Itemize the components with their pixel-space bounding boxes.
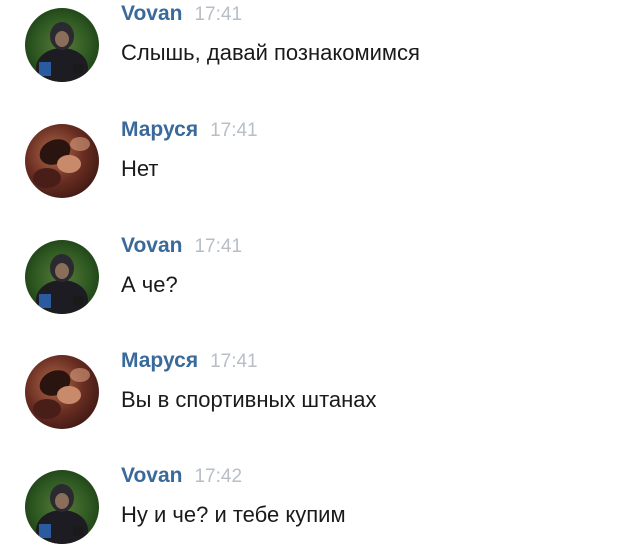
message-header: Маруся 17:41 (121, 349, 258, 379)
message-item: Vovan 17:42 Ну и че? и тебе купим (0, 462, 640, 549)
message-item: Vovan 17:41 А че? (0, 232, 640, 322)
marusya-avatar[interactable] (25, 355, 99, 429)
message-text: Вы в спортивных штанах (121, 387, 377, 412)
message-item: Маруся 17:41 Нет (0, 116, 640, 206)
message-item: Маруся 17:41 Вы в спортивных штанах (0, 347, 640, 437)
message-text: Нет (121, 156, 159, 181)
message-time: 17:41 (210, 120, 258, 141)
message-header: Vovan 17:41 (121, 234, 242, 264)
author-name[interactable]: Маруся (121, 349, 198, 372)
message-header: Маруся 17:41 (121, 118, 258, 148)
vovan-avatar[interactable] (25, 240, 99, 314)
marusya-avatar[interactable] (25, 124, 99, 198)
author-name[interactable]: Vovan (121, 2, 182, 25)
message-time: 17:42 (194, 466, 243, 487)
author-name[interactable]: Vovan (121, 234, 182, 257)
message-header: Vovan 17:41 (121, 2, 242, 32)
author-name[interactable]: Vovan (121, 464, 182, 487)
message-header: Vovan 17:42 (121, 464, 242, 494)
message-time: 17:41 (210, 351, 258, 372)
message-text: А че? (121, 272, 178, 297)
author-name[interactable]: Маруся (121, 118, 198, 141)
message-item: Vovan 17:41 Слышь, давай познакомимся (0, 0, 640, 90)
message-text: Слышь, давай познакомимся (121, 40, 420, 65)
vovan-avatar[interactable] (25, 8, 99, 82)
chat-message-list: Vovan 17:41 Слышь, давай познакомимся Мар… (0, 0, 640, 549)
message-time: 17:41 (194, 4, 243, 25)
message-time: 17:41 (194, 236, 243, 257)
message-text: Ну и че? и тебе купим (121, 502, 346, 527)
vovan-avatar[interactable] (25, 470, 99, 544)
